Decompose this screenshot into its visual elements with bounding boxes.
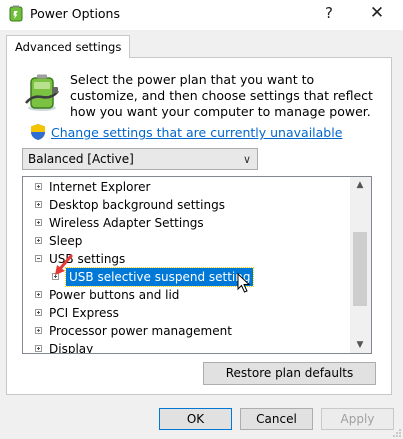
tree-item-label: Processor power management [49, 324, 232, 338]
expand-icon[interactable] [35, 309, 42, 316]
scroll-up-arrow-icon[interactable]: ▲ [350, 177, 370, 193]
power-options-icon [9, 5, 23, 22]
battery-plan-icon [25, 74, 59, 111]
tree-item[interactable]: Internet Explorer [23, 178, 353, 196]
help-button[interactable]: ? [317, 4, 341, 22]
annotation-arrow-icon [55, 254, 73, 275]
resize-grip-icon[interactable] [392, 428, 402, 438]
close-button[interactable]: ✕ [365, 3, 389, 23]
tree-scrollbar[interactable]: ▲ ▼ [350, 176, 372, 354]
chevron-down-icon: ∨ [242, 153, 251, 166]
change-settings-link[interactable]: Change settings that are currently unava… [51, 125, 342, 140]
tree-item[interactable]: Power buttons and lid [23, 286, 353, 304]
tree-item[interactable]: Display [23, 340, 353, 354]
expand-icon[interactable] [35, 291, 42, 298]
tree-item-label: USB selective suspend setting [64, 267, 255, 287]
tree-item-label: Internet Explorer [49, 180, 151, 194]
scroll-down-arrow-icon[interactable]: ▼ [350, 337, 370, 353]
cancel-button[interactable]: Cancel [240, 408, 313, 430]
tree-item[interactable]: Desktop background settings [23, 196, 353, 214]
mouse-cursor-icon [237, 273, 251, 293]
power-options-window: Power Options ? ✕ Advanced settings Sele… [0, 0, 403, 439]
tab-advanced-settings[interactable]: Advanced settings [6, 35, 131, 58]
uac-shield-icon [31, 124, 45, 140]
power-plan-value: Balanced [Active] [28, 152, 134, 166]
expand-icon[interactable] [35, 327, 42, 334]
plan-description: Select the power plan that you want to c… [70, 72, 373, 119]
expand-icon[interactable] [35, 183, 42, 190]
tree-item-label: Display [49, 342, 94, 354]
tree-item[interactable]: Sleep [23, 232, 353, 250]
expand-icon[interactable] [35, 237, 42, 244]
tree-item-label: PCI Express [49, 306, 119, 320]
restore-plan-defaults-button[interactable]: Restore plan defaults [203, 362, 376, 385]
title-bar: Power Options ? ✕ [0, 0, 403, 30]
tree-item-label: Wireless Adapter Settings [49, 216, 204, 230]
apply-button[interactable]: Apply [321, 408, 394, 430]
expand-icon[interactable] [35, 219, 42, 226]
tree-item[interactable]: Wireless Adapter Settings [23, 214, 353, 232]
window-title: Power Options [30, 6, 120, 21]
tree-item-label: Sleep [49, 234, 83, 248]
scroll-thumb[interactable] [353, 232, 367, 306]
tree-item-label: Desktop background settings [49, 198, 225, 212]
tree-item[interactable]: Processor power management [23, 322, 353, 340]
expand-icon[interactable] [35, 201, 42, 208]
power-plan-dropdown[interactable]: Balanced [Active] ∨ [22, 148, 258, 170]
tree-item[interactable]: PCI Express [23, 304, 353, 322]
tree-item-label: Power buttons and lid [49, 288, 180, 302]
collapse-icon[interactable] [35, 255, 42, 262]
expand-icon[interactable] [35, 345, 42, 352]
ok-button[interactable]: OK [159, 408, 232, 430]
settings-tree[interactable]: Internet Explorer Desktop background sett… [22, 176, 372, 354]
restore-button-label: Restore plan defaults [225, 366, 354, 380]
